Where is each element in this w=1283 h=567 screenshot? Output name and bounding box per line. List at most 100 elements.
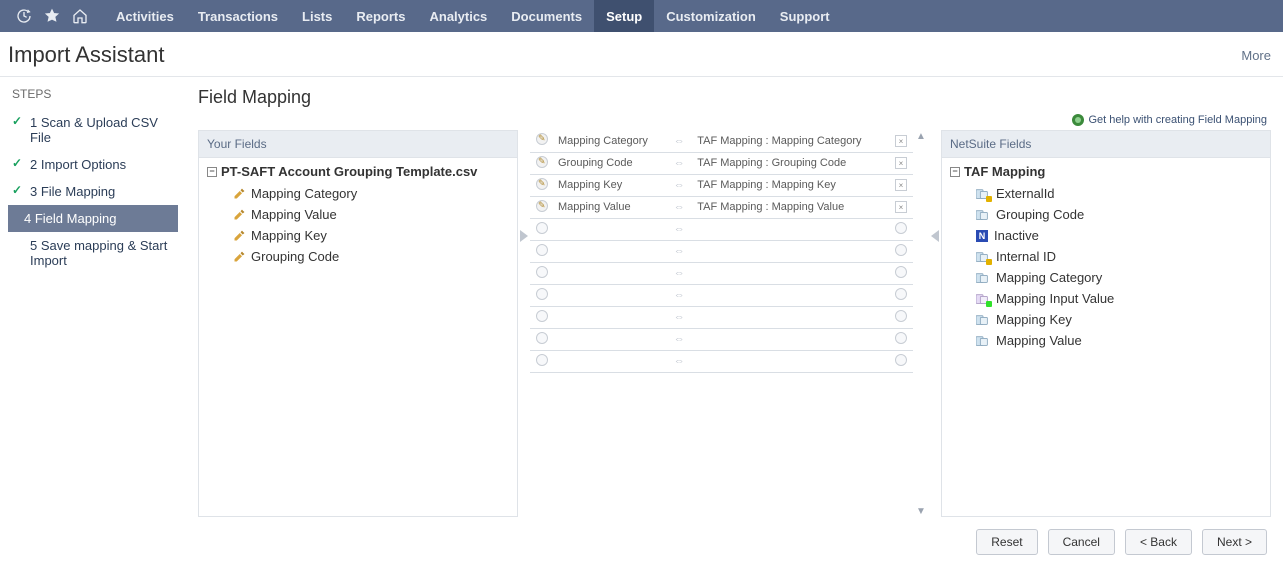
mapping-source: Mapping Category — [554, 130, 665, 152]
mapping-source — [554, 240, 665, 262]
mapping-target — [693, 350, 889, 372]
star-icon[interactable] — [40, 4, 64, 28]
netsuite-field-icon — [976, 293, 990, 305]
mapping-row[interactable]: Mapping Category⇔TAF Mapping : Mapping C… — [530, 130, 913, 152]
steps-panel: STEPS ✓1 Scan & Upload CSV File✓2 Import… — [0, 77, 178, 517]
netsuite-field-label: Mapping Value — [996, 333, 1082, 348]
mapping-source — [554, 284, 665, 306]
mapping-source: Grouping Code — [554, 152, 665, 174]
drag-grip-left[interactable] — [518, 130, 530, 517]
link-arrow-icon: ⇔ — [674, 355, 685, 367]
home-icon[interactable] — [68, 4, 92, 28]
scroll-up-icon[interactable]: ▲ — [915, 130, 927, 142]
link-arrow-icon: ⇔ — [674, 267, 685, 279]
link-arrow-icon: ⇔ — [674, 223, 685, 235]
help-link[interactable]: Get help with creating Field Mapping — [198, 114, 1271, 126]
link-arrow-icon: ⇔ — [674, 201, 685, 213]
empty-slot-icon — [536, 288, 548, 300]
mapping-row[interactable]: ⇔ — [530, 262, 913, 284]
mapping-target — [693, 240, 889, 262]
drag-grip-right[interactable] — [929, 130, 941, 517]
nav-item-analytics[interactable]: Analytics — [417, 0, 499, 32]
netsuite-field-item[interactable]: Mapping Key — [950, 309, 1262, 330]
collapse-icon[interactable]: − — [207, 167, 217, 177]
top-nav: ActivitiesTransactionsListsReportsAnalyt… — [0, 0, 1283, 32]
netsuite-field-item[interactable]: Mapping Value — [950, 330, 1262, 351]
mapping-area: Your Fields − PT-SAFT Account Grouping T… — [198, 130, 1271, 517]
help-icon — [1072, 114, 1084, 126]
mapping-row[interactable]: ⇔ — [530, 350, 913, 372]
mapping-row[interactable]: Mapping Value⇔TAF Mapping : Mapping Valu… — [530, 196, 913, 218]
steps-title: STEPS — [8, 87, 178, 101]
empty-slot-icon — [536, 332, 548, 344]
mapping-target — [693, 262, 889, 284]
netsuite-root-label: TAF Mapping — [964, 164, 1045, 179]
your-field-item[interactable]: Mapping Key — [207, 225, 509, 246]
nav-item-activities[interactable]: Activities — [104, 0, 186, 32]
mapping-row[interactable]: ⇔ — [530, 328, 913, 350]
recent-icon[interactable] — [12, 4, 36, 28]
nav-item-customization[interactable]: Customization — [654, 0, 768, 32]
netsuite-field-icon — [976, 314, 990, 326]
your-field-item[interactable]: Grouping Code — [207, 246, 509, 267]
mapping-target: TAF Mapping : Mapping Category — [693, 130, 889, 152]
netsuite-field-item[interactable]: Internal ID — [950, 246, 1262, 267]
pencil-icon — [536, 200, 548, 212]
mapping-row[interactable]: ⇔ — [530, 284, 913, 306]
step-1[interactable]: ✓1 Scan & Upload CSV File — [8, 109, 178, 151]
netsuite-root[interactable]: − TAF Mapping — [950, 164, 1262, 179]
empty-slot-icon — [536, 244, 548, 256]
netsuite-field-item[interactable]: NInactive — [950, 225, 1262, 246]
delete-mapping-icon[interactable]: × — [895, 201, 907, 213]
pencil-icon — [536, 133, 548, 145]
your-field-item[interactable]: Mapping Category — [207, 183, 509, 204]
your-field-label: Grouping Code — [251, 249, 339, 264]
netsuite-fields-panel: NetSuite Fields − TAF Mapping ExternalId… — [941, 130, 1271, 517]
nav-item-lists[interactable]: Lists — [290, 0, 344, 32]
scroll-col[interactable]: ▲ ▼ — [913, 130, 929, 517]
mapping-target: TAF Mapping : Mapping Key — [693, 174, 889, 196]
step-5[interactable]: 5 Save mapping & Start Import — [8, 232, 178, 274]
your-fields-root[interactable]: − PT-SAFT Account Grouping Template.csv — [207, 164, 509, 179]
mapping-row[interactable]: Grouping Code⇔TAF Mapping : Grouping Cod… — [530, 152, 913, 174]
mapping-row[interactable]: Mapping Key⇔TAF Mapping : Mapping Key× — [530, 174, 913, 196]
mapping-row[interactable]: ⇔ — [530, 306, 913, 328]
netsuite-field-icon — [976, 251, 990, 263]
nav-item-transactions[interactable]: Transactions — [186, 0, 290, 32]
nav-item-documents[interactable]: Documents — [499, 0, 594, 32]
step-4[interactable]: 4 Field Mapping — [8, 205, 178, 232]
your-field-item[interactable]: Mapping Value — [207, 204, 509, 225]
delete-mapping-icon[interactable]: × — [895, 179, 907, 191]
link-arrow-icon: ⇔ — [674, 245, 685, 257]
mapping-row[interactable]: ⇔ — [530, 240, 913, 262]
collapse-icon[interactable]: − — [950, 167, 960, 177]
netsuite-field-item[interactable]: Mapping Category — [950, 267, 1262, 288]
mapping-table: Mapping Category ⇔ TAF Mapping : Mapping C… — [530, 130, 913, 373]
nav-item-reports[interactable]: Reports — [344, 0, 417, 32]
nav-item-setup[interactable]: Setup — [594, 0, 654, 32]
empty-slot-icon — [536, 222, 548, 234]
mapping-target — [693, 306, 889, 328]
nav-item-support[interactable]: Support — [768, 0, 842, 32]
more-link[interactable]: More — [1241, 48, 1271, 63]
mapping-source — [554, 350, 665, 372]
netsuite-field-item[interactable]: Mapping Input Value — [950, 288, 1262, 309]
mapping-row[interactable]: ⇔ — [530, 218, 913, 240]
netsuite-field-label: Mapping Category — [996, 270, 1102, 285]
mapping-target — [693, 218, 889, 240]
empty-slot-icon — [895, 310, 907, 322]
step-label: 5 Save mapping & Start Import — [30, 238, 174, 268]
delete-mapping-icon[interactable]: × — [895, 135, 907, 147]
netsuite-field-item[interactable]: ExternalId — [950, 183, 1262, 204]
delete-mapping-icon[interactable]: × — [895, 157, 907, 169]
netsuite-field-item[interactable]: Grouping Code — [950, 204, 1262, 225]
main-area: Field Mapping Get help with creating Fie… — [178, 77, 1283, 517]
footer: Reset Cancel < Back Next > — [0, 517, 1283, 567]
link-arrow-icon: ⇔ — [674, 311, 685, 323]
your-field-label: Mapping Key — [251, 228, 327, 243]
step-2[interactable]: ✓2 Import Options — [8, 151, 178, 178]
field-icon — [233, 251, 245, 263]
scroll-down-icon[interactable]: ▼ — [915, 505, 927, 517]
content: STEPS ✓1 Scan & Upload CSV File✓2 Import… — [0, 76, 1283, 517]
step-3[interactable]: ✓3 File Mapping — [8, 178, 178, 205]
